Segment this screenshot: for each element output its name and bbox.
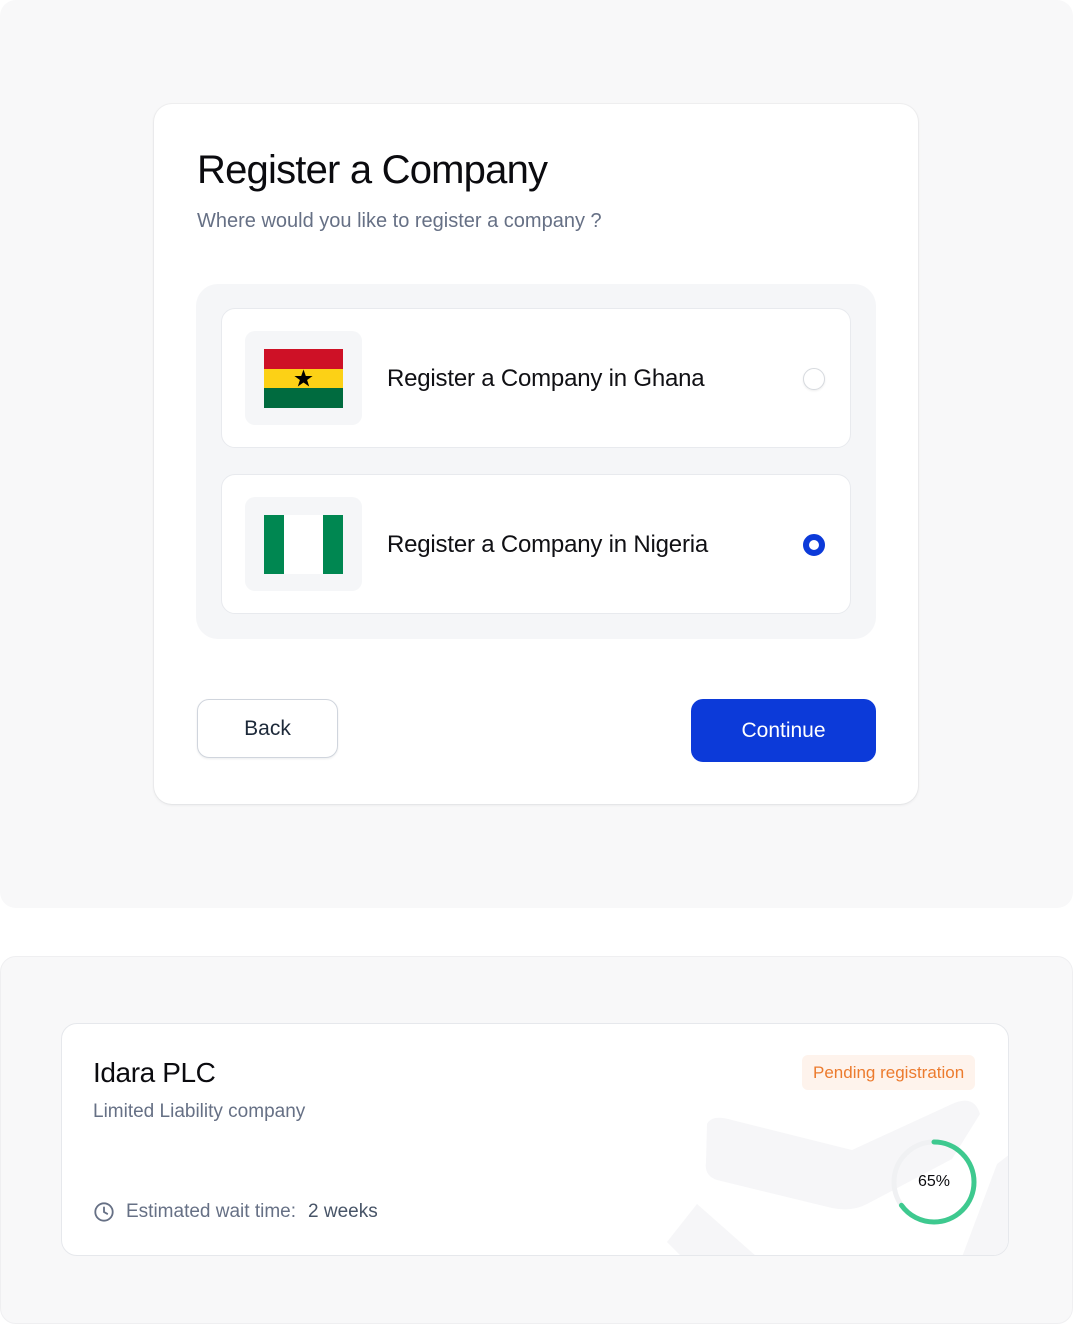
option-ghana-label: Register a Company in Ghana [387, 365, 705, 392]
register-card: Register a Company Where would you like … [154, 104, 918, 804]
company-name: Idara PLC [93, 1057, 216, 1088]
ghana-radio[interactable] [803, 368, 825, 390]
option-ghana[interactable]: Register a Company in Ghana [221, 308, 851, 448]
wait-label: Estimated wait time: [126, 1201, 296, 1222]
country-options: Register a Company in Ghana Register a C… [196, 284, 876, 639]
progress-value: 65% [917, 1173, 951, 1190]
nigeria-radio[interactable] [803, 534, 825, 556]
nigeria-flag-icon [264, 515, 343, 574]
continue-button[interactable]: Continue [691, 699, 876, 762]
estimated-wait: Estimated wait time: 2 weeks [93, 1200, 378, 1224]
page-subtitle: Where would you like to register a compa… [197, 210, 602, 232]
flag-container [245, 331, 362, 425]
flag-container [245, 497, 362, 591]
ghana-flag-icon [264, 349, 343, 408]
option-nigeria[interactable]: Register a Company in Nigeria [221, 474, 851, 614]
company-type: Limited Liability company [93, 1101, 306, 1122]
option-nigeria-label: Register a Company in Nigeria [387, 531, 709, 558]
status-badge: Pending registration [802, 1055, 976, 1090]
company-card[interactable]: Idara PLC Limited Liability company Pend… [61, 1023, 1009, 1256]
clock-icon [94, 1202, 114, 1222]
wait-value: 2 weeks [308, 1201, 378, 1222]
back-button[interactable]: Back [197, 699, 338, 758]
register-panel: Register a Company Where would you like … [0, 0, 1073, 908]
page-title: Register a Company [197, 148, 548, 192]
